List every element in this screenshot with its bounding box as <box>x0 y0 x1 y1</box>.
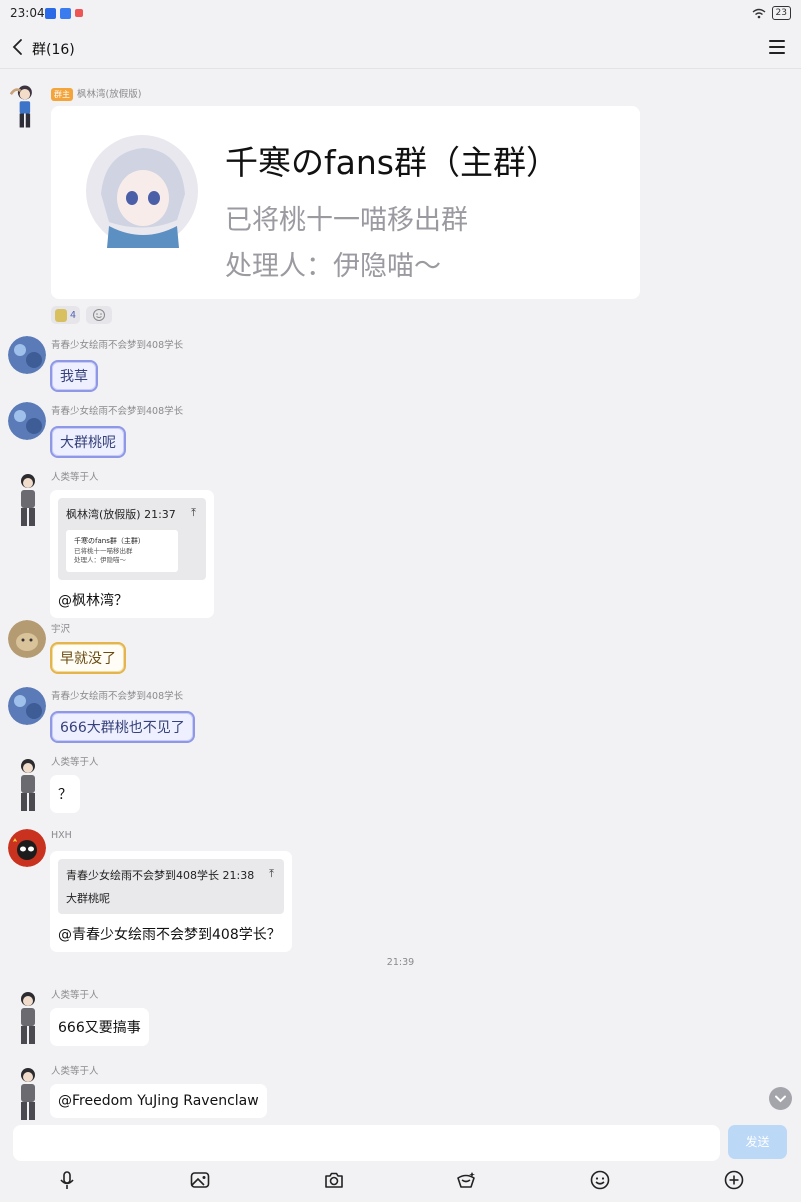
sender-name: HXH <box>51 830 72 841</box>
user-avatar[interactable] <box>8 620 46 658</box>
owner-badge: 群主 <box>51 88 73 101</box>
sender-name: 青春少女绘雨不会梦到408学长 <box>51 691 184 702</box>
status-time: 23:04 <box>10 6 45 20</box>
hamburger-menu-icon[interactable] <box>769 40 785 54</box>
message-timestamp: 21:39 <box>386 957 415 968</box>
image-icon[interactable] <box>189 1169 211 1191</box>
group-avatar-image <box>86 135 198 248</box>
app-notification-icon <box>45 8 56 19</box>
send-button[interactable]: 发送 <box>728 1125 787 1159</box>
quoted-card-line: 处理人：伊隐喵～ <box>74 556 126 565</box>
quoted-message[interactable]: 枫林湾(放假版) 21:37 ⤒ 千寒のfans群（主群） 已将桃十一喵移出群 … <box>58 498 206 580</box>
quote-body: 大群桃呢 <box>66 892 110 905</box>
battery-indicator: 23 <box>771 6 791 20</box>
card-line: 已将桃十一喵移出群 <box>225 205 468 236</box>
message-bubble[interactable]: 早就没了 <box>50 642 126 674</box>
microphone-icon[interactable] <box>56 1169 78 1191</box>
sender-name: 青春少女绘雨不会梦到408学长 <box>51 340 184 351</box>
quote-header: 青春少女绘雨不会梦到408学长 21:38 <box>66 869 255 882</box>
user-avatar[interactable] <box>8 687 46 725</box>
app-notification-icon <box>75 9 83 17</box>
message-input[interactable] <box>13 1125 720 1161</box>
page-title: 群(16) <box>32 42 75 58</box>
quoted-card-line: 已将桃十一喵移出群 <box>74 546 133 555</box>
message-bubble[interactable]: ？ <box>50 775 80 813</box>
chat-header: 群(16) <box>0 28 801 69</box>
user-avatar[interactable] <box>10 1066 46 1122</box>
message-composer: 发送 <box>0 1121 801 1202</box>
sticker-icon <box>55 308 67 322</box>
message-bubble[interactable]: 我草 <box>50 360 98 392</box>
user-avatar[interactable] <box>6 82 42 138</box>
user-avatar[interactable] <box>10 757 46 813</box>
red-packet-icon[interactable] <box>455 1169 477 1191</box>
sender-name: 群主 枫林湾(放假版) <box>51 86 141 101</box>
sender-name: 人类等于人 <box>51 1066 99 1077</box>
quoted-card: 千寒のfans群（主群） 已将桃十一喵移出群 处理人：伊隐喵～ <box>66 530 178 572</box>
jump-to-icon[interactable]: ⤒ <box>191 506 196 520</box>
user-avatar[interactable] <box>10 472 46 528</box>
sender-name: 人类等于人 <box>51 990 99 1001</box>
message-bubble[interactable]: @Freedom YuJing Ravenclaw <box>50 1084 267 1118</box>
user-avatar[interactable] <box>8 336 46 374</box>
add-reaction-button[interactable] <box>86 306 113 324</box>
add-emoji-icon <box>93 309 106 321</box>
image-message[interactable]: 千寒のfans群（主群） 已将桃十一喵移出群 处理人：伊隐喵～ <box>51 106 640 299</box>
reaction-chip[interactable]: 4 <box>51 306 81 324</box>
app-notification-icon <box>60 8 71 19</box>
sender-name: 人类等于人 <box>51 757 99 768</box>
message-text: @青春少女绘雨不会梦到408学长？ <box>58 927 281 943</box>
camera-icon[interactable] <box>323 1169 345 1191</box>
quote-header: 枫林湾(放假版) 21:37 <box>66 508 176 521</box>
quoted-card-title: 千寒のfans群（主群） <box>74 537 145 545</box>
scroll-to-bottom-button[interactable] <box>769 1087 792 1110</box>
message-bubble[interactable]: 枫林湾(放假版) 21:37 ⤒ 千寒のfans群（主群） 已将桃十一喵移出群 … <box>50 490 214 618</box>
sender-name: 宇沢 <box>51 624 71 635</box>
card-line: 处理人：伊隐喵～ <box>225 251 441 282</box>
wifi-icon <box>752 8 765 18</box>
user-avatar[interactable] <box>8 829 46 867</box>
message-bubble[interactable]: 666大群桃也不见了 <box>50 711 195 743</box>
message-bubble[interactable]: 666又要搞事 <box>50 1008 149 1046</box>
message-text: @枫林湾？ <box>58 593 128 609</box>
emoji-icon[interactable] <box>589 1169 611 1191</box>
card-title: 千寒のfans群（主群） <box>225 143 559 182</box>
sender-name: 人类等于人 <box>51 472 99 483</box>
message-bubble[interactable]: 青春少女绘雨不会梦到408学长 21:38 ⤒ 大群桃呢 @青春少女绘雨不会梦到… <box>50 851 292 952</box>
message-bubble[interactable]: 大群桃呢 <box>50 426 126 458</box>
chevron-down-icon <box>775 1095 786 1103</box>
jump-to-icon[interactable]: ⤒ <box>269 867 274 881</box>
reaction-bar: 4 <box>51 306 113 324</box>
sender-name: 青春少女绘雨不会梦到408学长 <box>51 406 184 417</box>
chevron-left-icon[interactable] <box>8 36 30 58</box>
plus-icon[interactable] <box>723 1169 745 1191</box>
reaction-count: 4 <box>70 309 77 321</box>
status-bar: 23:04 23 <box>0 0 801 28</box>
user-avatar[interactable] <box>10 990 46 1046</box>
user-avatar[interactable] <box>8 402 46 440</box>
quoted-message[interactable]: 青春少女绘雨不会梦到408学长 21:38 ⤒ 大群桃呢 <box>58 859 284 914</box>
